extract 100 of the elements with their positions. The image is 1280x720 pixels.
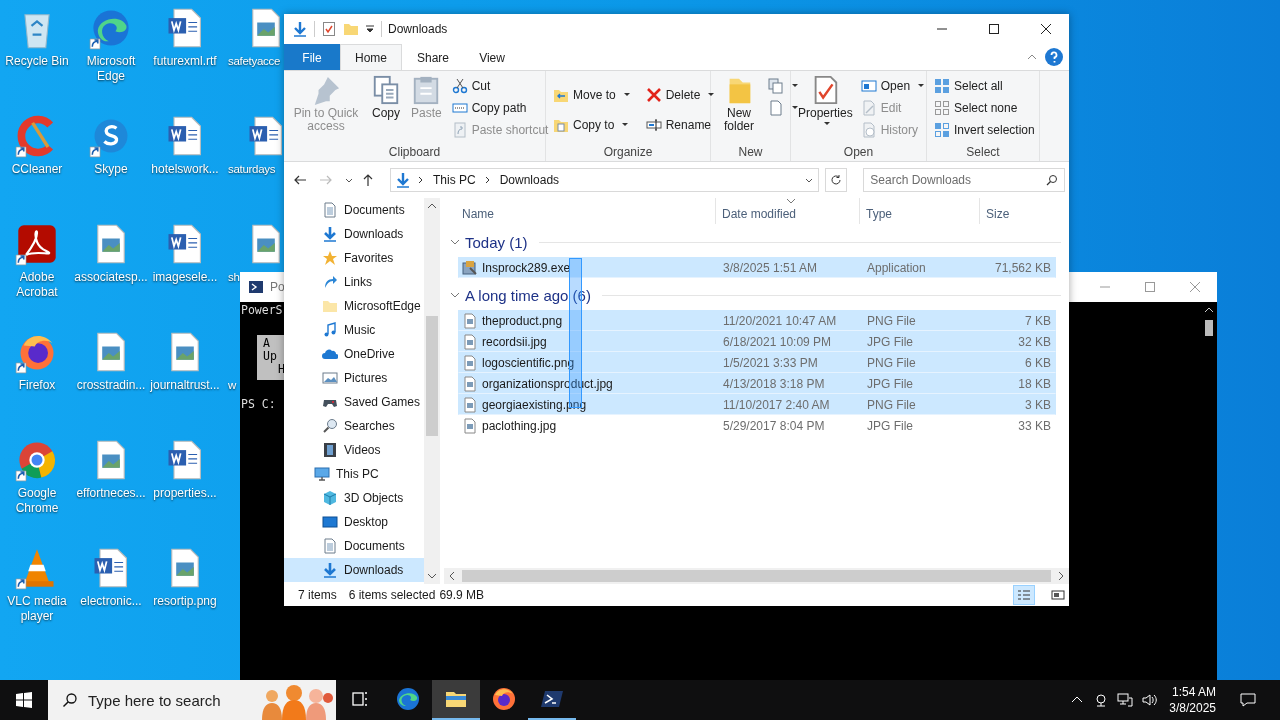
nav-item[interactable]: Searches <box>284 414 424 438</box>
breadcrumb[interactable]: This PC <box>431 173 478 187</box>
column-header[interactable]: Name <box>458 198 716 224</box>
nav-item[interactable]: Documents <box>284 534 424 558</box>
group-label: Select <box>965 145 1001 161</box>
nav-item[interactable]: Downloads <box>284 222 424 246</box>
grid-icon <box>934 100 950 116</box>
collapse-icon[interactable] <box>1027 52 1037 62</box>
grid-icon <box>934 78 950 94</box>
pdf-icon[interactable] <box>15 222 59 266</box>
icon-label: imagesele... <box>152 270 218 285</box>
ribbon-button[interactable]: Copy to <box>550 114 633 136</box>
help-icon[interactable] <box>1045 48 1063 66</box>
ribbon-button[interactable]: Rename <box>642 114 718 136</box>
ribbon-button[interactable]: New folder <box>715 75 763 133</box>
group-header[interactable]: Today (1) <box>465 233 528 251</box>
column-header[interactable]: Date modified <box>716 198 860 224</box>
list-icon <box>1017 589 1031 601</box>
ribbon-button[interactable]: Copy <box>368 75 404 120</box>
image-file-icon <box>462 375 478 392</box>
file-name: recordsii.jpg <box>482 334 547 349</box>
ribbon-button[interactable]: Copy path <box>448 97 552 119</box>
ribbon-button[interactable]: Open <box>857 75 928 97</box>
caret-icon[interactable] <box>365 24 375 34</box>
ribbon-button[interactable]: Select all <box>931 75 1038 97</box>
chevron-icon[interactable] <box>417 176 425 184</box>
clock[interactable]: 1:54 AM 3/8/2025 <box>1169 684 1216 716</box>
move-icon <box>553 87 569 103</box>
copy-icon <box>371 75 401 105</box>
selection-size: 69.9 MB <box>439 588 485 602</box>
refresh-button[interactable] <box>825 168 848 192</box>
browser-icon <box>396 687 420 711</box>
nav-item[interactable]: OneDrive <box>284 342 424 366</box>
volume-icon[interactable] <box>1141 692 1158 708</box>
nav-item[interactable]: Links <box>284 270 424 294</box>
icon-label: crosstradin... <box>76 378 146 393</box>
scroll-thumb[interactable] <box>426 316 438 436</box>
scroll-thumb[interactable] <box>462 570 1051 582</box>
scrollbar[interactable] <box>424 198 440 584</box>
network-icon[interactable] <box>1117 692 1134 708</box>
search-icon <box>1046 174 1058 186</box>
icon-label: VLC media player <box>6 594 68 624</box>
ribbon-button[interactable]: Invert selection <box>931 119 1038 141</box>
nav-item[interactable]: Documents <box>284 198 424 222</box>
breadcrumb[interactable]: Downloads <box>497 173 562 187</box>
nav-item[interactable]: Downloads <box>284 558 424 582</box>
icon-label: Recycle Bin <box>5 54 69 69</box>
new-item-icon <box>768 78 784 94</box>
column-header[interactable]: Type <box>860 198 980 224</box>
notification-icon[interactable] <box>1240 692 1256 708</box>
file-row[interactable]: recordsii.jpg 6/18/2021 10:09 PM JPG File 32 KB <box>458 331 1056 352</box>
download-arrow-icon[interactable] <box>292 21 308 37</box>
file-tab[interactable]: File <box>284 44 340 70</box>
ribbon-tab[interactable]: Home <box>340 44 402 70</box>
address-bar[interactable]: This PC Downloads <box>390 168 820 192</box>
document-icon <box>768 100 784 116</box>
nav-item[interactable]: 3D Objects <box>284 486 424 510</box>
date-cell-text: 5/29/2017 8:04 PM <box>723 418 826 433</box>
window-title: Po <box>270 280 285 294</box>
file-row[interactable]: theproduct.png 11/20/2021 10:47 AM PNG File 7 KB <box>458 310 1056 331</box>
taskbar-button[interactable] <box>432 680 480 720</box>
icon-label: effortneces... <box>76 486 146 501</box>
properties-icon[interactable] <box>321 21 337 37</box>
film-icon <box>322 442 338 458</box>
column-header[interactable]: Size <box>980 198 1057 224</box>
ribbon-button[interactable]: Cut <box>448 75 552 97</box>
size-cell-text: 7 KB <box>1024 313 1052 328</box>
ribbon-button[interactable]: Delete <box>642 84 718 106</box>
image-file-icon <box>462 354 478 371</box>
download-arrow-icon <box>395 172 411 188</box>
nav-item[interactable]: Desktop <box>284 510 424 534</box>
copy-path-icon <box>451 100 468 116</box>
icon-label: Firefox <box>18 378 56 393</box>
group-label: Organize <box>602 145 654 161</box>
maximize-icon <box>1144 282 1155 292</box>
image-file-icon <box>462 417 478 434</box>
nav-item[interactable]: Favorites <box>284 246 424 270</box>
scroll-thumb[interactable] <box>1204 320 1213 336</box>
console-text: PowerS <box>240 304 284 317</box>
scrollbar[interactable] <box>444 568 1069 584</box>
picture-icon <box>322 370 338 386</box>
ribbon-button[interactable]: Properties <box>795 75 856 126</box>
file-row[interactable]: Insprock289.exe 3/8/2025 1:51 AM Application 71,562 KB <box>458 257 1056 278</box>
details-view-button[interactable] <box>1013 585 1035 605</box>
nav-item[interactable]: Pictures <box>284 366 424 390</box>
nav-item[interactable]: This PC <box>284 462 424 486</box>
window-title: Downloads <box>388 22 448 36</box>
close-icon <box>1189 282 1200 292</box>
icon-label: properties... <box>153 486 217 501</box>
chevron-icon[interactable] <box>483 176 492 184</box>
nav-item[interactable]: MicrosoftEdge <box>284 294 424 318</box>
ribbon-button[interactable]: Move to <box>550 84 633 106</box>
nav-item[interactable]: Music <box>284 318 424 342</box>
nav-item[interactable]: Saved Games <box>284 390 424 414</box>
nav-item[interactable]: Videos <box>284 438 424 462</box>
ribbon-button[interactable]: Select none <box>931 97 1038 119</box>
file-row[interactable]: paclothing.jpg 5/29/2017 8:04 PM JPG File 33 KB <box>458 415 1056 436</box>
type-cell-text: PNG File <box>867 397 917 412</box>
type-cell-text: Application <box>867 260 927 275</box>
search-field[interactable]: Search Downloads <box>863 168 1065 192</box>
